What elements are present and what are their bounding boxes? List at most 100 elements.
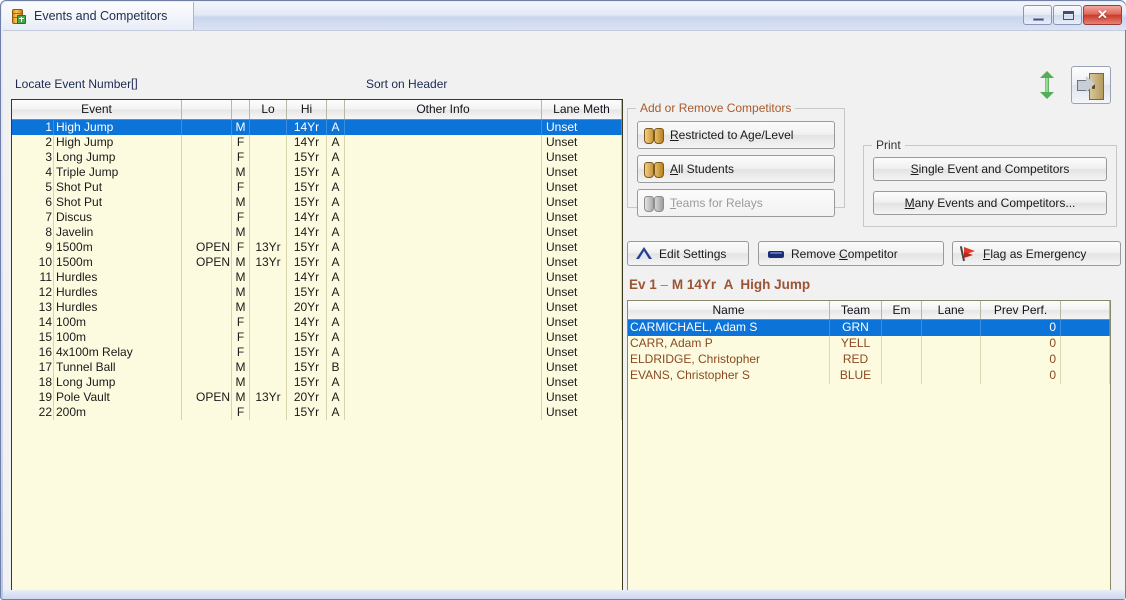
table-row[interactable]: 3 Long Jump F 15Yr A Unset	[12, 150, 622, 165]
event-row-name: 1500m	[54, 255, 182, 270]
table-row[interactable]: 22 200m F 15Yr A Unset	[12, 405, 622, 420]
table-row[interactable]: 12 Hurdles M 15Yr A Unset	[12, 285, 622, 300]
event-row-open	[182, 345, 232, 360]
event-row-other-info	[345, 270, 542, 285]
event-row-number: 22	[12, 405, 54, 420]
event-grid-header[interactable]: Event Lo Hi Other Info Lane Meth	[12, 100, 622, 120]
event-row-name: High Jump	[54, 135, 182, 150]
column-header-other-info[interactable]: Other Info	[345, 100, 542, 119]
table-row[interactable]: 19 Pole Vault OPEN M 13Yr 20Yr A Unset	[12, 390, 622, 405]
table-row[interactable]: 18 Long Jump M 15Yr A Unset	[12, 375, 622, 390]
table-row[interactable]: CARR, Adam P YELL 0	[628, 336, 1110, 352]
event-row-number: 7	[12, 210, 54, 225]
event-row-lo	[250, 120, 287, 135]
table-row[interactable]: 2 High Jump F 14Yr A Unset	[12, 135, 622, 150]
table-row[interactable]: 5 Shot Put F 15Yr A Unset	[12, 180, 622, 195]
table-row[interactable]: 1 High Jump M 14Yr A Unset	[12, 120, 622, 135]
maximize-button[interactable]	[1053, 5, 1082, 25]
event-row-hi: 15Yr	[287, 360, 327, 375]
column-header-lane[interactable]: Lane	[922, 301, 981, 319]
column-header-em[interactable]: Em	[882, 301, 922, 319]
column-header-event[interactable]: Event	[12, 100, 182, 119]
event-row-open	[182, 225, 232, 240]
print-single-event-button[interactable]: Single Event and Competitors	[873, 157, 1107, 181]
remove-competitor-button[interactable]: Remove Competitor	[758, 241, 944, 266]
event-row-number: 9	[12, 240, 54, 255]
all-students-button[interactable]: All Students	[637, 155, 835, 183]
table-row[interactable]: 13 Hurdles M 20Yr A Unset	[12, 300, 622, 315]
event-row-hi: 15Yr	[287, 285, 327, 300]
competitor-prev-perf: 0	[981, 368, 1061, 384]
table-row[interactable]: 15 100m F 15Yr A Unset	[12, 330, 622, 345]
right-panel: Add or Remove Competitors Restricted to …	[627, 99, 1121, 591]
window-controls: ✕	[1023, 5, 1122, 25]
edit-settings-button[interactable]: Edit Settings	[627, 241, 749, 266]
table-row[interactable]: EVANS, Christopher S BLUE 0	[628, 368, 1110, 384]
close-button[interactable]: ✕	[1083, 5, 1122, 25]
event-row-lane-meth: Unset	[542, 120, 622, 135]
competitor-team: YELL	[830, 336, 882, 352]
print-single-event-label: Single Event and Competitors	[910, 162, 1070, 176]
table-row[interactable]: 17 Tunnel Ball M 15Yr B Unset	[12, 360, 622, 375]
table-row[interactable]: 8 Javelin M 14Yr A Unset	[12, 225, 622, 240]
column-header-lo[interactable]: Lo	[250, 100, 287, 119]
competitor-team: RED	[830, 352, 882, 368]
table-row[interactable]: 6 Shot Put M 15Yr A Unset	[12, 195, 622, 210]
table-row[interactable]: 10 1500m OPEN M 13Yr 15Yr A Unset	[12, 255, 622, 270]
competitor-name: CARR, Adam P	[628, 336, 830, 352]
event-row-division: A	[327, 330, 345, 345]
event-row-open: OPEN	[182, 240, 232, 255]
event-row-lane-meth: Unset	[542, 270, 622, 285]
table-row[interactable]: 16 4x100m Relay F 15Yr A Unset	[12, 345, 622, 360]
column-header-division[interactable]	[327, 100, 345, 119]
table-row[interactable]: ELDRIDGE, Christopher RED 0	[628, 352, 1110, 368]
column-header-open[interactable]	[182, 100, 232, 119]
event-row-sex: M	[232, 225, 250, 240]
event-row-open	[182, 165, 232, 180]
event-row-open	[182, 375, 232, 390]
column-header-lane-meth[interactable]: Lane Meth	[542, 100, 622, 119]
table-row[interactable]: 7 Discus F 14Yr A Unset	[12, 210, 622, 225]
table-row[interactable]: 11 Hurdles M 14Yr A Unset	[12, 270, 622, 285]
event-row-sex: M	[232, 390, 250, 405]
table-row[interactable]: 4 Triple Jump M 15Yr A Unset	[12, 165, 622, 180]
event-row-other-info	[345, 315, 542, 330]
event-grid-body: 1 High Jump M 14Yr A Unset 2 High Jump F 14Yr A Uns…	[12, 120, 622, 420]
column-header-name[interactable]: Name	[628, 301, 830, 319]
flag-as-emergency-button[interactable]: Flag as Emergency	[952, 241, 1121, 266]
column-header-team[interactable]: Team	[830, 301, 882, 319]
minimize-button[interactable]	[1023, 5, 1052, 25]
event-row-hi: 15Yr	[287, 150, 327, 165]
column-header-sex[interactable]	[232, 100, 250, 119]
event-row-lo	[250, 315, 287, 330]
event-row-name: Triple Jump	[54, 165, 182, 180]
print-many-events-button[interactable]: Many Events and Competitors...	[873, 191, 1107, 215]
event-row-name: Long Jump	[54, 375, 182, 390]
competitor-grid-header[interactable]: Name Team Em Lane Prev Perf.	[628, 301, 1110, 320]
competitor-lane	[922, 368, 981, 384]
competitor-grid[interactable]: Name Team Em Lane Prev Perf. CARMICHAEL,…	[627, 300, 1111, 591]
event-grid[interactable]: Event Lo Hi Other Info Lane Meth 1 High J…	[11, 99, 623, 591]
restricted-to-age-level-button[interactable]: Restricted to Age/Level	[637, 121, 835, 149]
table-row[interactable]: 14 100m F 14Yr A Unset	[12, 315, 622, 330]
table-row[interactable]: CARMICHAEL, Adam S GRN 0	[628, 320, 1110, 336]
column-header-hi[interactable]: Hi	[287, 100, 327, 119]
caption-sex-age: M 14Yr	[671, 277, 717, 292]
binoculars-icon	[644, 161, 664, 178]
event-row-lane-meth: Unset	[542, 180, 622, 195]
column-header-prev-perf[interactable]: Prev Perf.	[981, 301, 1061, 319]
event-row-number: 8	[12, 225, 54, 240]
event-row-sex: F	[232, 240, 250, 255]
maximize-icon	[1063, 11, 1074, 20]
event-row-name: 1500m	[54, 240, 182, 255]
up-down-arrow-icon[interactable]	[1039, 71, 1055, 99]
teams-for-relays-button: Teams for Relays	[637, 189, 835, 217]
competitor-row-tail	[1061, 368, 1110, 384]
event-row-sex: F	[232, 330, 250, 345]
event-row-number: 6	[12, 195, 54, 210]
competitor-lane	[922, 352, 981, 368]
event-row-sex: M	[232, 195, 250, 210]
locate-event-input[interactable]	[131, 75, 171, 91]
table-row[interactable]: 9 1500m OPEN F 13Yr 15Yr A Unset	[12, 240, 622, 255]
column-header-tail[interactable]	[1061, 301, 1110, 319]
